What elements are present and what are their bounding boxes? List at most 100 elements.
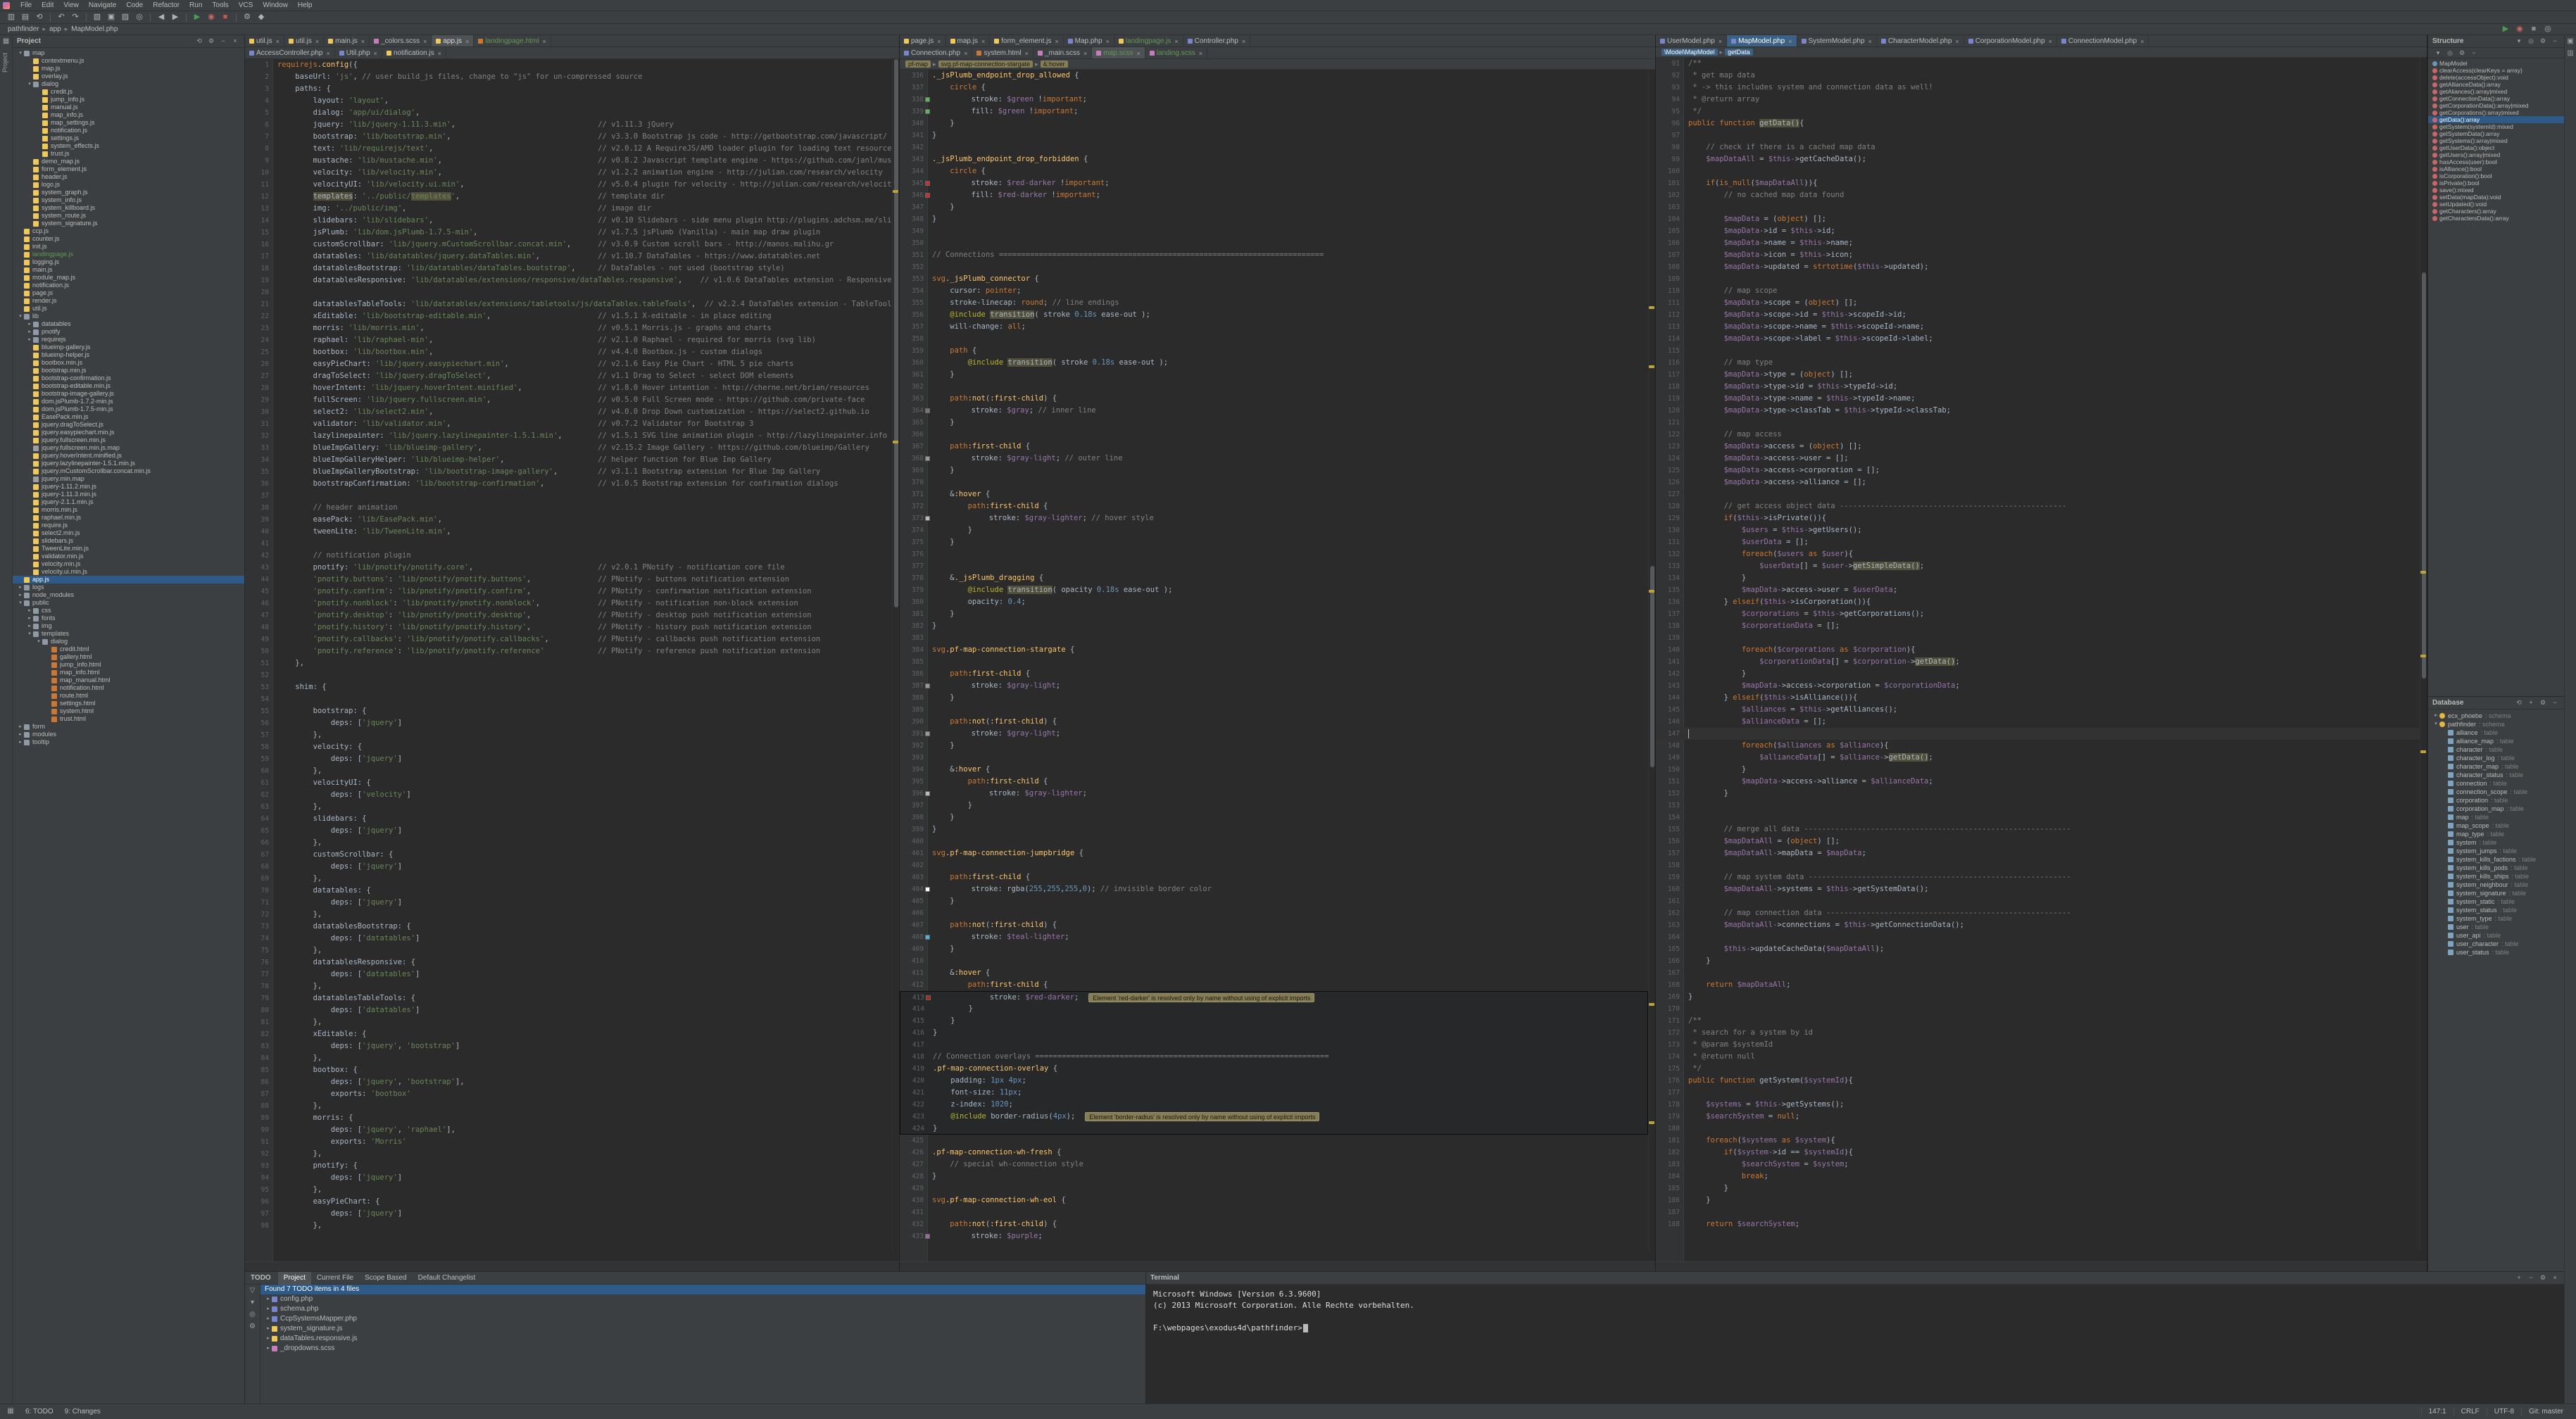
chevron-right-icon[interactable]: ▸ [265,1324,272,1334]
code-line[interactable]: 110 // map scope [1656,285,2420,297]
tree-item-fonts[interactable]: ▸fonts [13,614,244,622]
tree-item-img[interactable]: ▸img [13,622,244,630]
tree-item-map.js[interactable]: map.js [13,65,244,72]
code-line[interactable]: 389 [900,704,1648,716]
menu-vcs[interactable]: VCS [234,0,258,11]
code-area[interactable]: 336._jsPlumb_endpoint_drop_allowed {337 … [900,70,1648,1242]
code-line[interactable]: 71 deps: ['jquery'] [245,897,892,909]
code-line[interactable]: 119 $mapData->type->name = $this->typeId… [1656,393,2420,405]
code-line[interactable]: 116 // map type [1656,357,2420,369]
menu-file[interactable]: File [15,0,37,11]
code-line[interactable]: 68 deps: ['jquery'] [245,861,892,873]
statusbar-segment-crlf[interactable]: CRLF [2454,1407,2487,1417]
tree-item-jquery.min.map[interactable]: jquery.min.map [13,475,244,483]
code-line[interactable]: 155 // merge all data ------------------… [1656,824,2420,835]
forward-icon[interactable]: ▶ [169,12,182,23]
close-icon[interactable]: × [1136,50,1140,57]
code-line[interactable]: 432 path:not(:first-child) { [900,1218,1648,1230]
tab-landingpage.js[interactable]: landingpage.js× [1114,35,1183,47]
close-icon[interactable]: × [1955,38,1959,45]
code-line[interactable]: 184 break; [1656,1171,2420,1182]
code-line[interactable]: 140 foreach($corporations as $corporatio… [1656,644,2420,656]
filter-icon[interactable]: ◎ [2526,37,2536,46]
chevron-right-icon[interactable]: ▸ [17,584,24,591]
code-line[interactable]: 394 &:hover { [900,764,1648,776]
code-line[interactable]: 399} [900,824,1648,835]
code-line[interactable]: 340 } [900,118,1648,130]
add-icon[interactable]: + [2526,698,2536,707]
code-line[interactable]: 348} [900,213,1648,225]
code-line[interactable]: 31 validator: 'lib/validator.min', // v0… [245,418,892,430]
code-line[interactable]: 112 $mapData->scope->id = $this->scopeId… [1656,309,2420,321]
code-line[interactable]: 57 }, [245,729,892,741]
tree-item-map_info.js[interactable]: map_info.js [13,111,244,119]
tree-item-datatables[interactable]: ▸datatables [13,320,244,328]
tree-item-system_killboard.js[interactable]: system_killboard.js [13,204,244,212]
chevron-down-icon[interactable]: ▾ [17,49,24,57]
error-stripe-mark[interactable] [1649,1003,1654,1006]
tree-item-node_modules[interactable]: ▸node_modules [13,591,244,599]
chevron-right-icon[interactable]: ▸ [26,336,33,343]
code-line[interactable]: 111 $mapData->scope = (object) []; [1656,297,2420,309]
code-line[interactable]: 385 [900,656,1648,668]
code-line[interactable]: 23 morris: 'lib/morris.min', // v0.5.1 M… [245,322,892,334]
code-line[interactable]: 397 } [900,800,1648,812]
close-icon[interactable]: × [937,38,941,45]
code-line[interactable]: 337 circle { [900,82,1648,94]
chevron-down-icon[interactable]: ▾ [26,80,33,88]
tree-item-slidebars.js[interactable]: slidebars.js [13,537,244,545]
tree-item-TweenLite.min.js[interactable]: TweenLite.min.js [13,545,244,553]
menu-code[interactable]: Code [121,0,148,11]
code-line[interactable]: 424} [900,1123,1648,1135]
menu-view[interactable]: View [58,0,84,11]
collapse-all-icon[interactable]: − [2550,37,2560,46]
horizontal-scrollbar[interactable] [1656,1261,2427,1271]
code-line[interactable]: 177 [1656,1087,2420,1099]
code-line[interactable]: 107 $mapData->icon = $this->icon; [1656,249,2420,261]
code-line[interactable]: 39 easePack: 'lib/EasePack.min', [245,514,892,526]
menu-tools[interactable]: Tools [207,0,233,11]
close-icon[interactable]: × [327,50,330,57]
cut-icon[interactable]: ▧ [91,12,103,23]
code-line[interactable]: 406 [900,907,1648,919]
tab-UserModel.php[interactable]: UserModel.php× [1656,35,1727,47]
tree-item-manual.js[interactable]: manual.js [13,103,244,111]
close-icon[interactable]: × [1719,38,1722,45]
structure-item-setUpdated[interactable]: setUpdated():void [2428,201,2564,208]
code-line[interactable]: 149 $allianceData[] = $alliance->getData… [1656,752,2420,764]
code-line[interactable]: 409 } [900,943,1648,955]
code-line[interactable]: 124 $mapData->access->user = []; [1656,453,2420,465]
stop-icon[interactable]: ■ [2527,24,2540,34]
code-line[interactable]: 153 [1656,800,2420,812]
breadcrumb-2[interactable]: getData [1725,49,1753,56]
code-line[interactable]: 164 [1656,931,2420,943]
code-line[interactable]: 362 [900,381,1648,393]
chevron-right-icon[interactable]: ▸ [265,1334,272,1344]
code-line[interactable]: 93 pnotify: { [245,1160,892,1172]
tree-item-route.html[interactable]: route.html [13,692,244,700]
chevron-down-icon[interactable]: ▾ [26,630,33,638]
close-icon[interactable]: × [1055,38,1058,45]
structure-item-getSystem[interactable]: getSystem(systemId):mixed [2428,123,2564,130]
code-line[interactable]: 20 [245,286,892,298]
code-line[interactable]: 413 stroke: $red-darker;Element 'red-dar… [900,991,1648,1003]
code-line[interactable]: 391 stroke: $gray-light; [900,728,1648,740]
tree-item-demo_map.js[interactable]: demo_map.js [13,158,244,165]
gear-icon[interactable]: ⚙ [2538,37,2548,46]
code-line[interactable]: 10 velocity: 'lib/velocity.min', // v1.2… [245,167,892,179]
error-stripe-mark[interactable] [1649,590,1654,593]
tab-landingpage.html[interactable]: landingpage.html× [474,35,551,47]
structure-item-getAllianceData[interactable]: getAllianceData():array [2428,81,2564,88]
tab-CharacterModel.php[interactable]: CharacterModel.php× [1877,35,1964,47]
code-line[interactable]: 365 } [900,417,1648,429]
code-line[interactable]: 404 stroke: rgba(255,255,255,0); // invi… [900,883,1648,895]
code-line[interactable]: 95 }, [245,1184,892,1196]
project-tool-button[interactable]: Project [1,53,11,72]
tree-item-map_info.html[interactable]: map_info.html [13,669,244,676]
db-item-ecx_phoebe[interactable]: ▸ecx_phoebe: schema [2428,712,2564,720]
db-item-user_status[interactable]: user_status: table [2428,948,2564,957]
code-line[interactable]: 345 stroke: $red-darker !important; [900,177,1648,189]
code-line[interactable]: 104 $mapData = (object) []; [1656,213,2420,225]
code-line[interactable]: 15 jsPlumb: 'lib/dom.jsPlumb-1.7.5-min',… [245,227,892,239]
code-line[interactable]: 350 [900,237,1648,249]
